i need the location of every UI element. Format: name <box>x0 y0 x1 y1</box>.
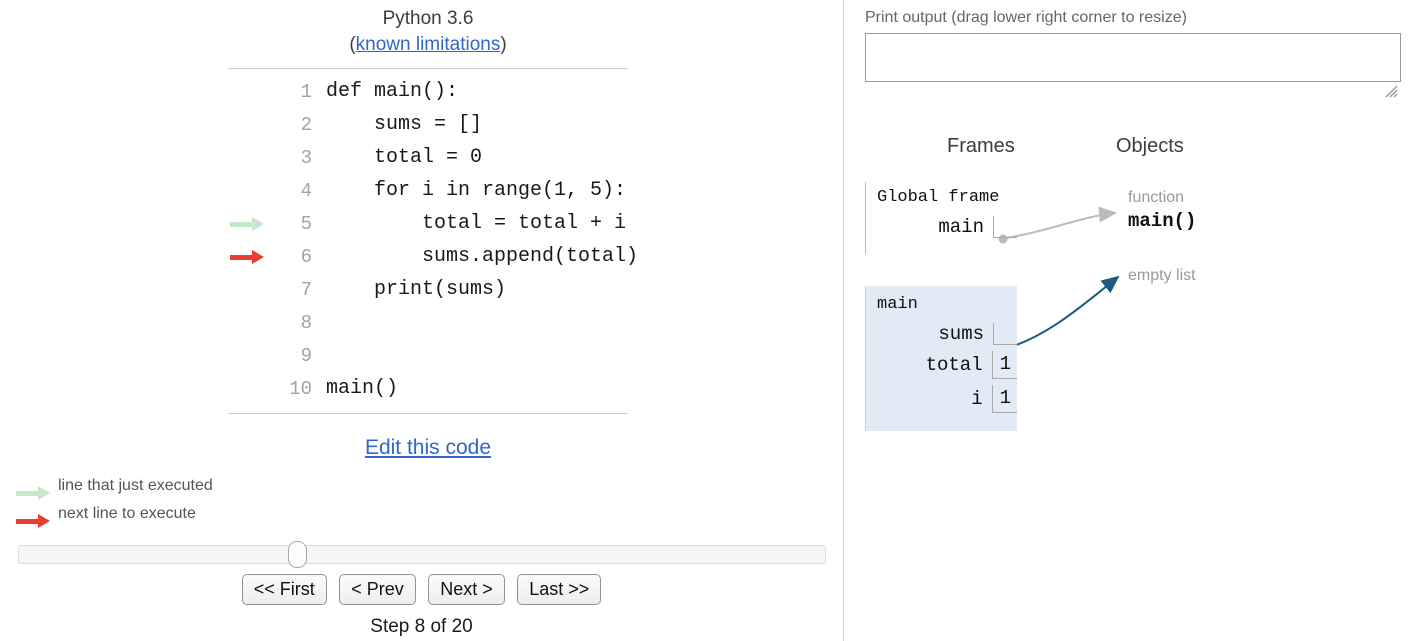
code-line-number: 1 <box>300 80 312 103</box>
first-button[interactable]: << First <box>241 574 327 605</box>
variable-name: i <box>971 388 983 410</box>
variable-name: sums <box>938 323 984 345</box>
code-column: Python 3.6 (known limitations) 1 def main… <box>228 6 638 460</box>
step-slider-handle[interactable] <box>288 541 307 568</box>
code-line: 1 def main(): <box>228 75 628 108</box>
code-line: 8 <box>228 306 628 339</box>
code-line-text: total = 0 <box>326 146 483 169</box>
variable-row: sums <box>866 323 1017 345</box>
code-line-number: 8 <box>300 311 312 334</box>
code-line-marker <box>228 240 276 273</box>
known-limitations-link[interactable]: known limitations <box>356 34 501 55</box>
code-line-marker <box>228 207 276 240</box>
code-line-number: 6 <box>300 245 312 268</box>
legend-row-executed: line that just executed <box>14 472 213 500</box>
code-line-number: 3 <box>300 146 312 169</box>
code-line-text: sums.append(total) <box>326 245 639 268</box>
code-line-number: 5 <box>300 212 312 235</box>
prev-button[interactable]: < Prev <box>339 574 416 605</box>
last-button[interactable]: Last >> <box>517 574 602 605</box>
code-line: 9 <box>228 339 628 372</box>
code-line-gutter <box>228 141 276 174</box>
step-controls: << First < Prev Next > Last >> <box>0 574 843 605</box>
green-arrow-icon <box>16 486 50 500</box>
red-arrow-icon <box>16 514 50 528</box>
code-line-number: 4 <box>300 179 312 202</box>
code-line-gutter <box>228 108 276 141</box>
variable-pointer-slot <box>993 216 1017 238</box>
code-line: 6 sums.append(total) <box>228 240 638 273</box>
global-frame: Global frame main <box>865 182 1017 254</box>
code-line-gutter <box>228 174 276 207</box>
next-button[interactable]: Next > <box>428 574 505 605</box>
edit-this-code-link[interactable]: Edit this code <box>365 436 491 459</box>
code-listing: 1 def main(): 2 sums = [] 3 total = 04 for … <box>228 68 638 414</box>
code-line-number: 10 <box>289 377 312 400</box>
code-line-gutter <box>228 306 276 339</box>
edit-code-line: Edit this code <box>228 436 628 460</box>
print-output-textarea[interactable] <box>865 33 1401 82</box>
global-frame-variables: main <box>866 216 1017 238</box>
print-output-label: Print output (drag lower right corner to… <box>865 9 1187 26</box>
code-line-gutter <box>228 372 276 405</box>
code-line: 10 main() <box>228 372 628 405</box>
next-line-arrow-icon <box>230 249 264 264</box>
code-line: 3 total = 0 <box>228 141 628 174</box>
object-label-function: function <box>1128 189 1185 206</box>
variable-row: i1 <box>866 385 1017 413</box>
code-line-gutter <box>228 339 276 372</box>
code-panel: Python 3.6 (known limitations) 1 def main… <box>0 0 843 641</box>
variable-value: 1 <box>991 385 1017 413</box>
frames-header: Frames <box>947 135 1015 157</box>
python-version-label: Python 3.6 <box>382 8 474 29</box>
code-line: 5 total = total + i <box>228 207 628 240</box>
variable-row: total 1 <box>866 351 1017 379</box>
legend: line that just executed next line to exe… <box>14 472 213 528</box>
code-line-text: sums = [] <box>326 113 483 136</box>
legend-label-next: next line to execute <box>58 505 196 522</box>
visualization-panel: Print output (drag lower right corner to… <box>844 0 1412 641</box>
step-slider[interactable] <box>18 541 826 568</box>
variable-row: main <box>866 216 1017 238</box>
code-line: 4 for i in range(1, 5): <box>228 174 628 207</box>
objects-header: Objects <box>1116 135 1184 157</box>
code-line-text: print(sums) <box>326 278 507 301</box>
close-paren: ) <box>500 34 507 55</box>
code-line-text: main() <box>326 377 399 400</box>
resize-grip-icon[interactable] <box>1384 84 1398 98</box>
legend-row-next: next line to execute <box>14 500 213 528</box>
code-line-number: 7 <box>300 278 312 301</box>
step-counter-label: Step 8 of 20 <box>370 616 473 637</box>
code-line: 2 sums = [] <box>228 108 628 141</box>
code-line-number: 2 <box>300 113 312 136</box>
variable-name: total <box>925 354 983 376</box>
main-frame-variables: sums total 1 i 1 <box>866 323 1017 413</box>
global-frame-title: Global frame <box>877 188 1000 207</box>
code-line-number: 9 <box>300 344 312 367</box>
variable-value: 1 <box>991 351 1017 379</box>
code-line-gutter <box>228 273 276 306</box>
code-line-text: def main(): <box>326 80 459 103</box>
variable-pointer-slot <box>993 323 1017 345</box>
executed-line-arrow-icon <box>230 216 264 231</box>
legend-label-executed: line that just executed <box>58 477 213 494</box>
object-value-function: main() <box>1128 210 1197 232</box>
code-line-text: for i in range(1, 5): <box>326 179 627 202</box>
object-label-empty-list: empty list <box>1128 267 1196 284</box>
variable-name: main <box>938 216 984 238</box>
main-frame: main sums total 1 i 1 <box>865 286 1017 431</box>
code-line: 7 print(sums) <box>228 273 628 306</box>
step-slider-track[interactable] <box>18 545 826 564</box>
known-limitations-line: (known limitations) <box>228 32 628 58</box>
code-line-gutter <box>228 75 276 108</box>
code-line-text: total = total + i <box>326 212 627 235</box>
main-frame-title: main <box>877 295 918 314</box>
python-version-line: Python 3.6 <box>228 6 628 32</box>
